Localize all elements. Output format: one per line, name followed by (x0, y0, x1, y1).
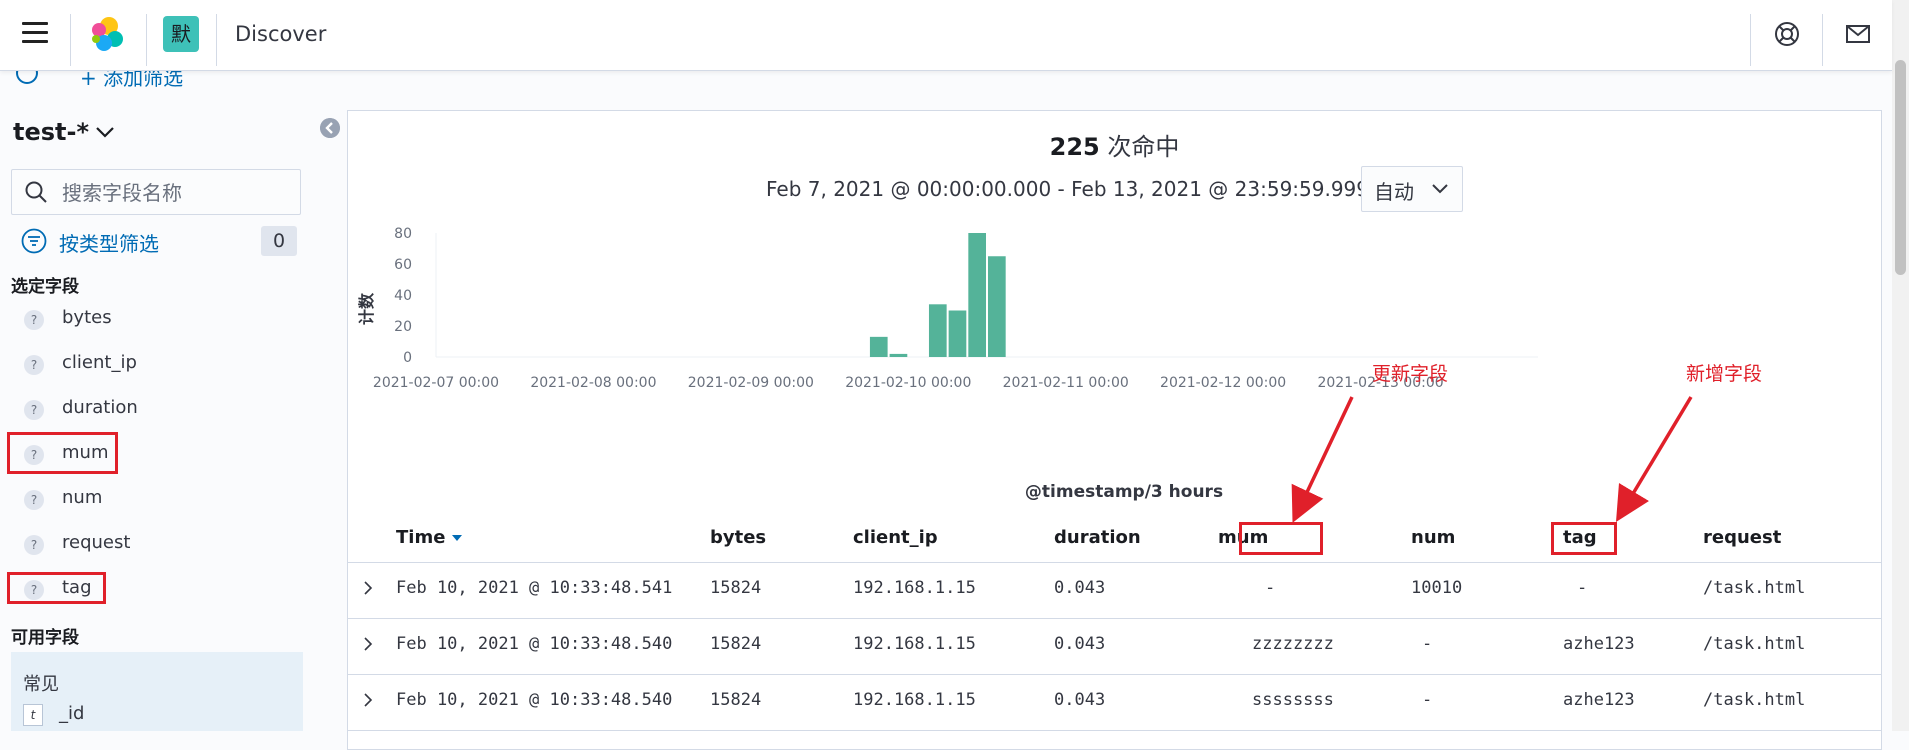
cell-bytes: 15824 (710, 634, 762, 654)
cell-client-ip: 192.168.1.15 (853, 690, 976, 710)
menu-icon[interactable] (22, 22, 48, 44)
row-divider (348, 618, 1881, 619)
field-search-input[interactable] (60, 178, 294, 208)
field-name: client_ip (62, 352, 137, 373)
space-avatar[interactable]: 默 (163, 16, 199, 52)
page-title: Discover (235, 22, 327, 46)
collapse-icon[interactable] (320, 118, 340, 138)
expand-icon[interactable] (360, 692, 376, 708)
divider (1750, 14, 1751, 66)
field-item-id[interactable]: _id (59, 703, 84, 724)
cell-request: /task.html (1703, 690, 1806, 710)
highlight-box-mum-field (7, 432, 118, 474)
available-fields-title: 可用字段 (11, 628, 79, 648)
chevron-down-icon[interactable] (94, 124, 116, 140)
unknown-type-icon: ? (24, 355, 44, 375)
cell-mum: - (1265, 578, 1276, 598)
cell-tag: azhe123 (1563, 690, 1635, 710)
field-name: duration (62, 397, 138, 418)
arrow-to-mum (1291, 396, 1354, 523)
cell-time: Feb 10, 2021 @ 10:33:48.540 (396, 634, 673, 654)
divider (70, 14, 71, 66)
unknown-type-icon: ? (24, 310, 44, 330)
results-panel: 225 次命中 Feb 7, 2021 @ 00:00:00.000 - Feb… (347, 110, 1882, 750)
field-name: request (62, 532, 131, 553)
common-fields-label: 常见 (23, 674, 59, 695)
divider (146, 14, 147, 66)
highlight-box-tag-field (7, 572, 106, 604)
cell-mum: zzzzzzzz (1252, 634, 1334, 654)
filter-count-badge: 0 (261, 226, 297, 256)
annotation-arrows (1291, 396, 1693, 523)
common-fields-group: 常见 t _id (11, 652, 303, 731)
cell-num: - (1422, 634, 1433, 654)
cell-tag: azhe123 (1563, 634, 1635, 654)
cell-duration: 0.043 (1054, 578, 1106, 598)
string-type-icon: t (23, 704, 43, 726)
field-name: num (62, 487, 103, 508)
cell-request: /task.html (1703, 634, 1806, 654)
cell-duration: 0.043 (1054, 690, 1106, 710)
search-icon (25, 181, 47, 203)
unknown-type-icon: ? (24, 535, 44, 555)
divider (1822, 14, 1823, 66)
cell-client-ip: 192.168.1.15 (853, 578, 976, 598)
cell-time: Feb 10, 2021 @ 10:33:48.541 (396, 578, 673, 598)
cell-tag: - (1577, 578, 1588, 598)
elastic-logo-icon[interactable] (87, 15, 127, 55)
cell-bytes: 15824 (710, 690, 762, 710)
cell-client-ip: 192.168.1.15 (853, 634, 976, 654)
cell-duration: 0.043 (1054, 634, 1106, 654)
top-bar: 默 Discover (0, 0, 1892, 71)
unknown-type-icon: ? (24, 490, 44, 510)
arrow-to-tag (1615, 396, 1693, 523)
field-search-box[interactable] (11, 169, 301, 215)
filter-by-type-button[interactable]: 按类型筛选 (59, 228, 159, 257)
cell-time: Feb 10, 2021 @ 10:33:48.540 (396, 690, 673, 710)
selected-fields-title: 选定字段 (11, 277, 79, 297)
cell-num: 10010 (1411, 578, 1463, 598)
scrollbar-thumb[interactable] (1895, 60, 1906, 275)
cell-bytes: 15824 (710, 578, 762, 598)
help-icon[interactable] (1773, 20, 1801, 48)
cell-num: - (1422, 690, 1433, 710)
cell-mum: ssssssss (1252, 690, 1334, 710)
cell-request: /task.html (1703, 578, 1806, 598)
unknown-type-icon: ? (24, 400, 44, 420)
expand-icon[interactable] (360, 636, 376, 652)
expand-icon[interactable] (360, 580, 376, 596)
index-pattern-selector[interactable]: test-* (13, 118, 89, 146)
mail-icon[interactable] (1844, 20, 1872, 48)
scrollbar[interactable] (1892, 0, 1909, 731)
row-divider (348, 674, 1881, 675)
divider (216, 14, 217, 66)
filter-icon[interactable] (21, 228, 47, 254)
field-name: bytes (62, 307, 112, 328)
